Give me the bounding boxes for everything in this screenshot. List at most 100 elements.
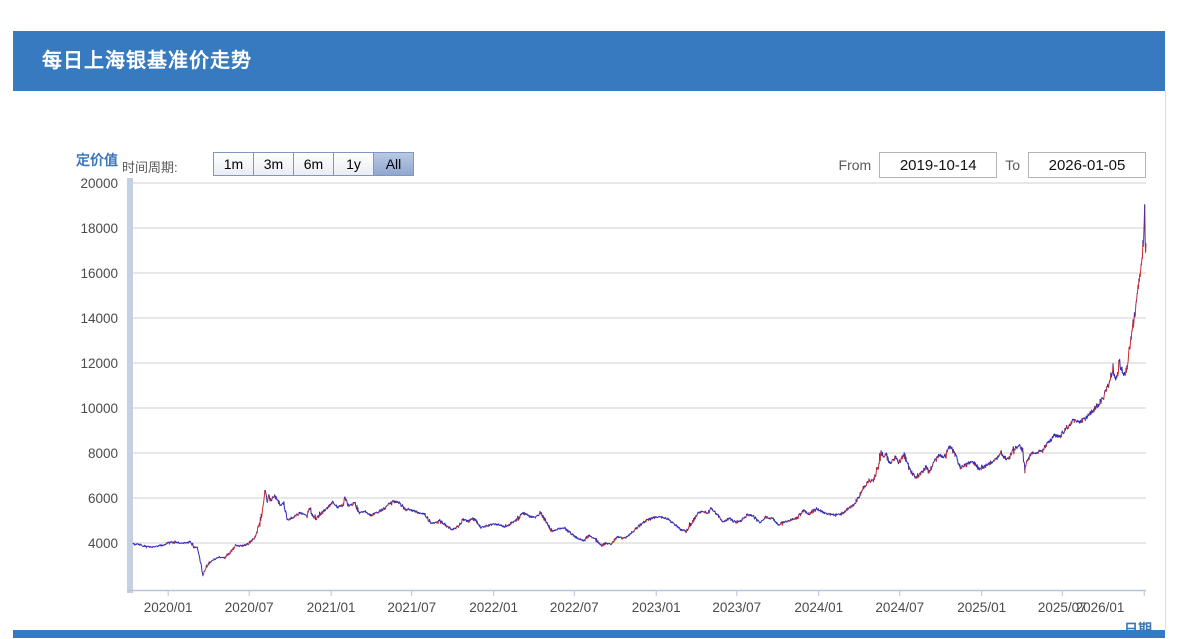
period-button-1y[interactable]: 1y — [333, 152, 374, 176]
period-button-1m[interactable]: 1m — [213, 152, 254, 176]
price-line-segment — [284, 502, 289, 520]
y-tick-label: 20000 — [80, 176, 118, 191]
price-line-segment — [133, 543, 140, 545]
panel-border — [1165, 91, 1166, 630]
price-line-segment — [700, 511, 704, 513]
price-line-segment — [709, 509, 710, 513]
price-line-segment — [406, 508, 416, 512]
price-line-segment — [291, 517, 294, 519]
price-line-segment — [1086, 414, 1089, 419]
price-line-segment — [950, 446, 953, 453]
price-line-segment — [816, 508, 831, 516]
x-tick-label: 2026/01 — [1076, 600, 1125, 615]
price-line-segment — [462, 519, 468, 523]
price-line-segment — [532, 516, 536, 518]
period-button-3m[interactable]: 3m — [253, 152, 294, 176]
price-line-segment — [581, 539, 586, 541]
price-line-segment — [307, 511, 308, 518]
price-line-segment — [140, 544, 146, 548]
price-line-segment — [1109, 380, 1110, 384]
price-line-segment — [906, 457, 909, 469]
price-line-segment — [333, 501, 341, 508]
price-line-segment — [474, 519, 477, 523]
price-line-segment — [203, 572, 204, 576]
y-tick-label: 8000 — [88, 446, 118, 461]
price-line-segment — [1033, 452, 1038, 454]
price-line-segment — [798, 515, 799, 518]
price-line-segment — [344, 498, 345, 506]
from-label: From — [839, 157, 872, 173]
price-line-segment — [175, 541, 188, 544]
price-line-segment — [195, 547, 203, 576]
y-tick-label: 12000 — [80, 356, 118, 371]
to-date-input[interactable] — [1028, 152, 1146, 178]
price-line-segment — [876, 468, 877, 477]
price-line-segment — [560, 527, 568, 532]
price-line-segment — [1075, 420, 1082, 424]
price-line-segment — [520, 515, 521, 519]
price-line-segment — [750, 515, 758, 522]
period-button-6m[interactable]: 6m — [293, 152, 334, 176]
price-line-segment — [525, 513, 529, 517]
price-line-segment — [1113, 364, 1117, 380]
price-line-segment — [545, 519, 549, 528]
from-date-input[interactable] — [879, 152, 997, 178]
x-tick-label: 2023/01 — [632, 600, 681, 615]
price-line-segment — [1039, 450, 1043, 453]
price-line-segment — [257, 526, 258, 533]
price-line-segment — [771, 517, 780, 525]
y-tick-label: 16000 — [80, 266, 118, 281]
price-line-segment — [662, 516, 667, 519]
price-line-segment — [617, 536, 623, 539]
x-tick-label: 2020/07 — [225, 600, 274, 615]
price-line-segment — [268, 495, 269, 503]
period-button-all[interactable]: All — [373, 152, 414, 176]
price-line-segment — [354, 502, 357, 509]
price-line-segment — [1131, 331, 1132, 339]
price-line-segment — [430, 520, 437, 524]
y-axis-title: 定价值 — [50, 150, 118, 170]
x-tick-label: 2021/07 — [387, 600, 436, 615]
price-line-segment — [1029, 455, 1030, 459]
price-line-segment — [668, 518, 681, 531]
panel-header: 每日上海银基准价走势 — [13, 31, 1165, 91]
price-line-segment — [968, 461, 974, 464]
date-range-controls: From To — [839, 152, 1146, 178]
price-line-segment — [449, 527, 454, 530]
price-line-segment — [589, 535, 596, 542]
price-line-segment — [1142, 258, 1143, 265]
x-tick-label: 2022/01 — [469, 600, 518, 615]
price-line-segment — [395, 501, 399, 504]
period-label: 时间周期: — [122, 157, 178, 176]
price-line-segment — [162, 544, 167, 546]
x-tick-label: 2022/07 — [550, 600, 599, 615]
price-line-segment — [1135, 302, 1136, 314]
period-button-group: 1m3m6m1yAll — [213, 152, 414, 176]
price-line-segment — [325, 507, 329, 511]
price-line-segment — [193, 543, 195, 548]
price-line-segment — [1005, 456, 1009, 460]
y-axis-bar — [127, 178, 133, 593]
price-line-segment — [738, 520, 742, 521]
price-line-segment — [1001, 451, 1005, 459]
y-tick-label: 10000 — [80, 401, 118, 416]
price-line-segment — [655, 516, 662, 518]
y-tick-label: 18000 — [80, 221, 118, 236]
price-line-segment — [939, 454, 947, 458]
price-line-segment — [1127, 347, 1129, 369]
price-line-segment — [955, 454, 960, 469]
price-line-segment — [986, 463, 989, 466]
price-line-segment — [276, 496, 279, 503]
price-line-segment — [147, 546, 153, 547]
price-line-segment — [1137, 294, 1138, 301]
price-line-segment — [245, 543, 249, 545]
price-line-segment — [991, 460, 995, 464]
price-line-segment — [909, 467, 911, 474]
price-line-segment — [1111, 372, 1113, 377]
price-line-segment — [1104, 393, 1105, 400]
price-line-segment — [758, 518, 765, 523]
price-line-segment — [783, 521, 788, 523]
price-line-segment — [1122, 367, 1126, 375]
price-line-segment — [346, 499, 348, 506]
price-line-segment — [598, 541, 602, 546]
